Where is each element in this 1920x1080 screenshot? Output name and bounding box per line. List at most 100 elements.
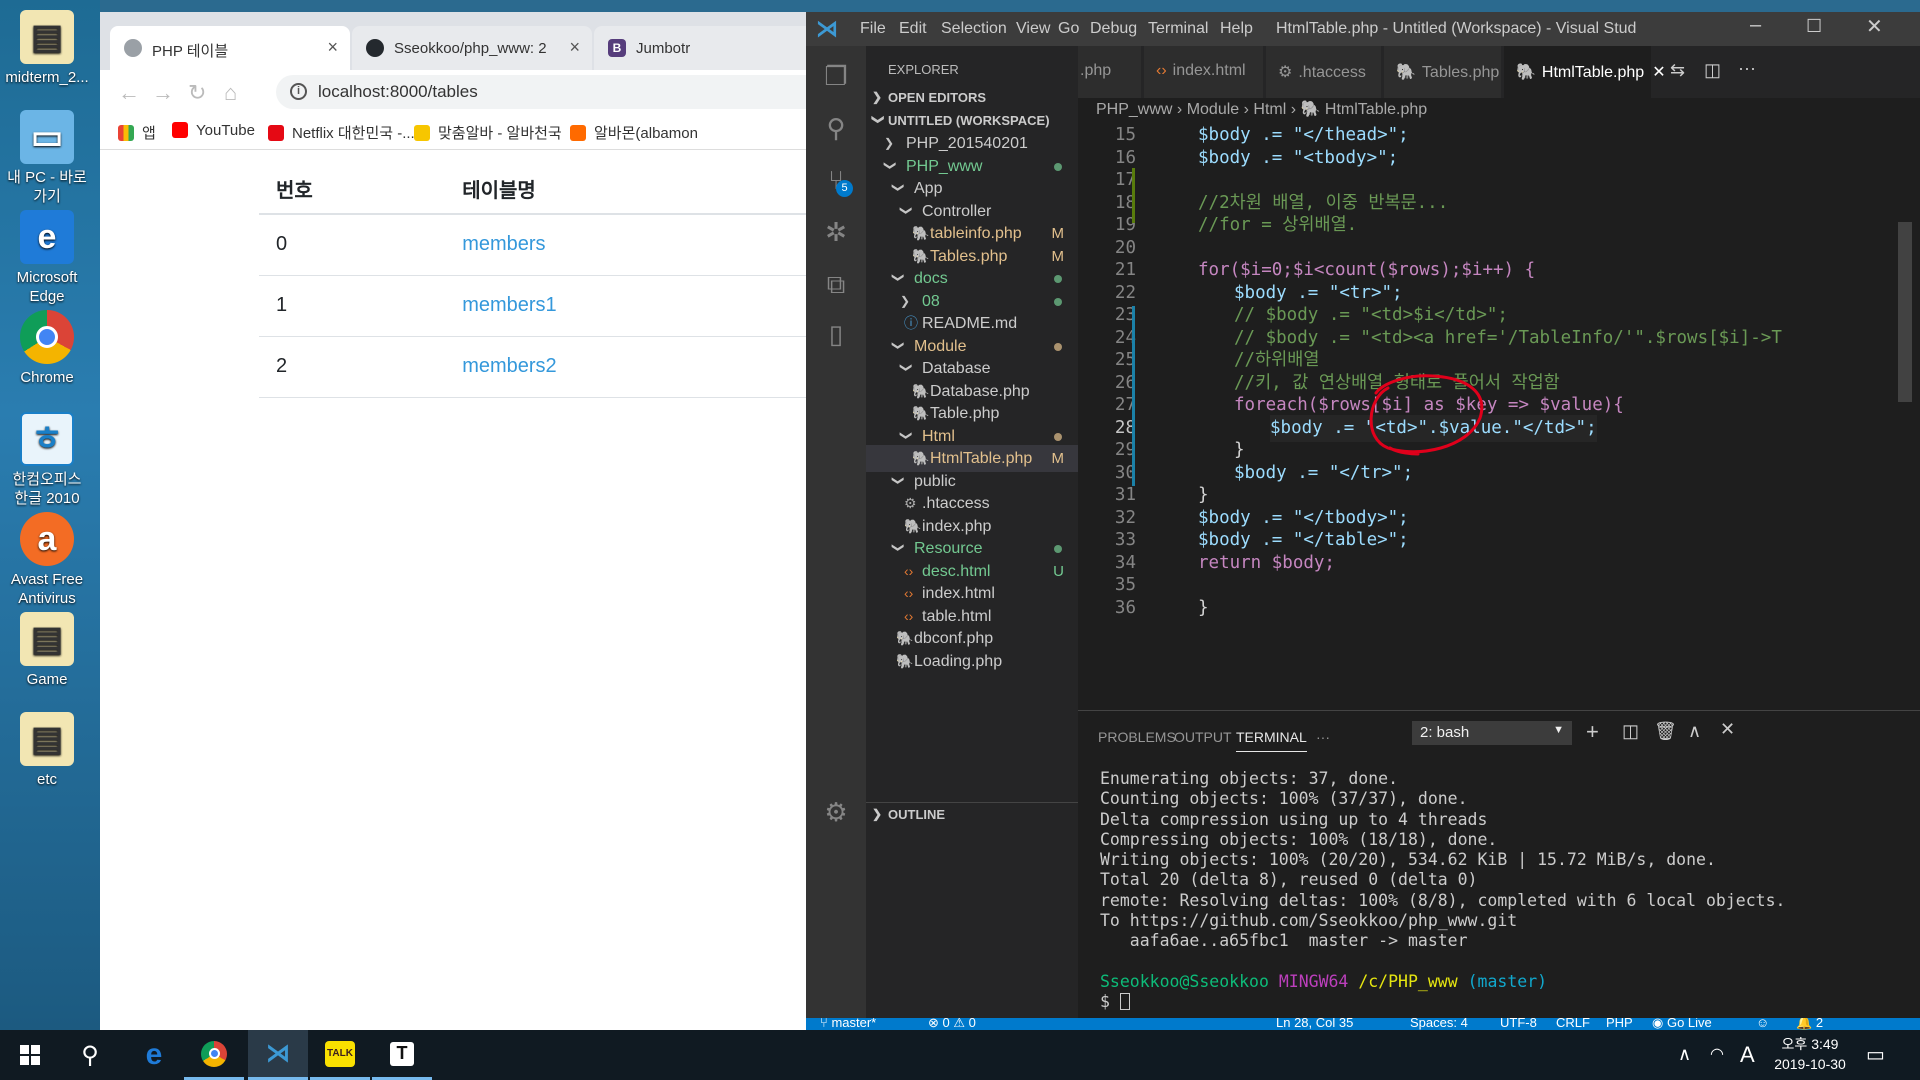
close-panel-icon[interactable]: ✕	[1720, 719, 1735, 740]
info-icon[interactable]: i	[290, 83, 307, 100]
desktop-icon-midterm[interactable]: ▤ midterm_2...	[4, 10, 90, 87]
browser-tab-bootstrap[interactable]: B Jumbotr	[594, 26, 806, 70]
terminal-select[interactable]: 2: bash ▼	[1412, 721, 1572, 745]
forward-icon[interactable]: →	[152, 80, 174, 106]
breadcrumb-item[interactable]: Html	[1253, 101, 1286, 118]
outline-section[interactable]: ❯ OUTLINE	[866, 802, 1078, 828]
breadcrumb-item[interactable]: Module	[1187, 101, 1239, 118]
explorer-icon[interactable]: ❐	[820, 60, 852, 92]
add-terminal-icon[interactable]: +	[1586, 719, 1599, 745]
settings-gear-icon[interactable]: ⚙	[820, 796, 852, 828]
start-button[interactable]	[0, 1030, 60, 1080]
vscode-taskbar-icon[interactable]: ⋊	[248, 1030, 308, 1080]
trash-icon[interactable]: 🗑	[1654, 721, 1677, 742]
back-icon[interactable]: ←	[118, 80, 140, 106]
typora-taskbar-icon[interactable]: T	[372, 1030, 432, 1080]
prompt-branch: (master)	[1467, 971, 1548, 991]
problems-status[interactable]: ⊗ 0 ⚠ 0	[928, 1018, 976, 1030]
browser-tab-php-table[interactable]: PHP 테이블 ×	[110, 26, 350, 70]
notifications-status[interactable]: 🔔 2	[1796, 1018, 1823, 1030]
browser-tab-title: Sseokkoo/php_www: 2	[394, 40, 547, 57]
close-window-icon[interactable]: ✕	[1866, 14, 1883, 39]
editor-scrollbar[interactable]	[1898, 222, 1912, 402]
desktop-icon-chrome[interactable]: Chrome	[4, 310, 90, 387]
tab-terminal[interactable]: TERMINAL	[1236, 729, 1307, 752]
desktop-icon-edge[interactable]: e Microsoft Edge	[4, 210, 90, 306]
code-editor[interactable]: 15 $body .= "</thead>"; 16 $body .= "<tbody…	[1078, 122, 1920, 710]
encoding-status[interactable]: UTF-8	[1500, 1018, 1537, 1030]
bookmark-apps[interactable]: 앱	[118, 122, 156, 143]
menu-terminal[interactable]: Terminal	[1148, 20, 1208, 38]
table-link[interactable]: members1	[462, 294, 556, 316]
chevron-up-icon[interactable]: ∧	[1678, 1044, 1691, 1065]
remote-icon[interactable]: ▯	[820, 318, 852, 350]
menu-go[interactable]: Go	[1058, 20, 1079, 38]
menu-view[interactable]: View	[1016, 20, 1050, 38]
table-link[interactable]: members	[462, 233, 545, 255]
search-icon[interactable]: ⚲	[820, 112, 852, 144]
more-actions-icon[interactable]: ···	[1738, 58, 1756, 79]
indent-status[interactable]: Spaces: 4	[1410, 1018, 1468, 1030]
extensions-icon[interactable]: ⧉	[820, 268, 852, 300]
language-status[interactable]: PHP	[1606, 1018, 1633, 1030]
home-icon[interactable]: ⌂	[224, 80, 237, 106]
minimize-icon[interactable]: –	[1750, 14, 1761, 37]
cursor-position-status[interactable]: Ln 28, Col 35	[1276, 1018, 1353, 1030]
ime-indicator[interactable]: A	[1740, 1042, 1755, 1068]
split-terminal-icon[interactable]: ◫	[1622, 721, 1639, 742]
clock[interactable]: 오후 3:49 2019-10-30	[1770, 1034, 1850, 1074]
action-center-icon[interactable]: ▭	[1866, 1042, 1885, 1067]
terminal-output[interactable]: Enumerating objects: 37, done. Counting o…	[1100, 769, 1785, 1012]
breadcrumb-item[interactable]: HtmlTable.php	[1325, 101, 1427, 118]
desktop-icon-avast[interactable]: a Avast Free Antivirus	[4, 512, 90, 608]
close-icon[interactable]: ✕	[1652, 64, 1665, 81]
menu-debug[interactable]: Debug	[1090, 20, 1137, 38]
feedback-icon[interactable]: ☺	[1756, 1018, 1769, 1030]
go-live-status[interactable]: ◉ Go Live	[1652, 1018, 1712, 1030]
maximize-icon[interactable]: ☐	[1806, 16, 1822, 37]
menu-edit[interactable]: Edit	[899, 20, 927, 38]
maximize-panel-icon[interactable]: ∧	[1688, 721, 1701, 742]
tree-file[interactable]: 🐘 Loading.php	[866, 648, 1078, 675]
tab-problems[interactable]: PROBLEMS	[1098, 729, 1176, 745]
editor-tab[interactable]: .php	[1078, 46, 1142, 98]
chrome-taskbar-icon[interactable]	[184, 1030, 244, 1080]
desktop-icon-game[interactable]: ▤ Game	[4, 612, 90, 689]
wifi-icon[interactable]: ◠	[1710, 1044, 1724, 1064]
eol-status[interactable]: CRLF	[1556, 1018, 1590, 1030]
tab-more[interactable]: ···	[1316, 729, 1330, 745]
editor-tab[interactable]: ⚙ .htaccess	[1266, 46, 1382, 98]
split-editor-icon[interactable]: ◫	[1704, 60, 1721, 81]
desktop-icon-my-pc[interactable]: ▭ 내 PC - 바로 가기	[4, 110, 90, 206]
edge-taskbar-icon[interactable]: e	[124, 1030, 184, 1080]
bookmark-alba-heaven[interactable]: 맞춤알바 - 알바천국	[414, 122, 562, 143]
tab-output[interactable]: OUTPUT	[1174, 729, 1232, 745]
address-bar[interactable]: i localhost:8000/tables	[276, 75, 806, 109]
git-branch-status[interactable]: ⑂ master*	[820, 1018, 876, 1030]
editor-tab-active[interactable]: 🐘 HtmlTable.php ✕	[1504, 46, 1666, 98]
youtube-icon	[172, 122, 188, 138]
menu-help[interactable]: Help	[1220, 20, 1253, 38]
editor-tab[interactable]: 🐘 Tables.php	[1384, 46, 1502, 98]
editor-tab[interactable]: ‹› index.html	[1144, 46, 1264, 98]
close-icon[interactable]: ×	[327, 37, 338, 58]
desktop-icon-hangul[interactable]: ㅎ 한컴오피스 한글 2010	[4, 412, 90, 508]
browser-tab-title: PHP 테이블	[152, 43, 229, 60]
table-link[interactable]: members2	[462, 355, 556, 377]
desktop-icon-etc[interactable]: ▤ etc	[4, 712, 90, 789]
bookmark-label: Netflix 대한민국 -...	[292, 125, 415, 142]
debug-icon[interactable]: ✲	[820, 216, 852, 248]
menu-file[interactable]: File	[860, 20, 886, 38]
breadcrumb-item[interactable]: PHP_www	[1096, 101, 1172, 118]
bookmark-youtube[interactable]: YouTube	[172, 122, 255, 139]
reload-icon[interactable]: ↻	[188, 80, 206, 106]
close-icon[interactable]: ×	[569, 37, 580, 58]
bookmark-netflix[interactable]: Netflix 대한민국 -...	[268, 122, 415, 143]
browser-tab-github[interactable]: Sseokkoo/php_www: 2 ×	[352, 26, 592, 70]
search-icon[interactable]: ⚲	[60, 1030, 120, 1080]
kakaotalk-taskbar-icon[interactable]: TALK	[310, 1030, 370, 1080]
menu-selection[interactable]: Selection	[941, 20, 1007, 38]
compare-icon[interactable]: ⇆	[1670, 60, 1685, 81]
terminal-input-line[interactable]: $	[1100, 992, 1785, 1012]
bookmark-albamon[interactable]: 알바몬(albamon	[570, 122, 698, 143]
